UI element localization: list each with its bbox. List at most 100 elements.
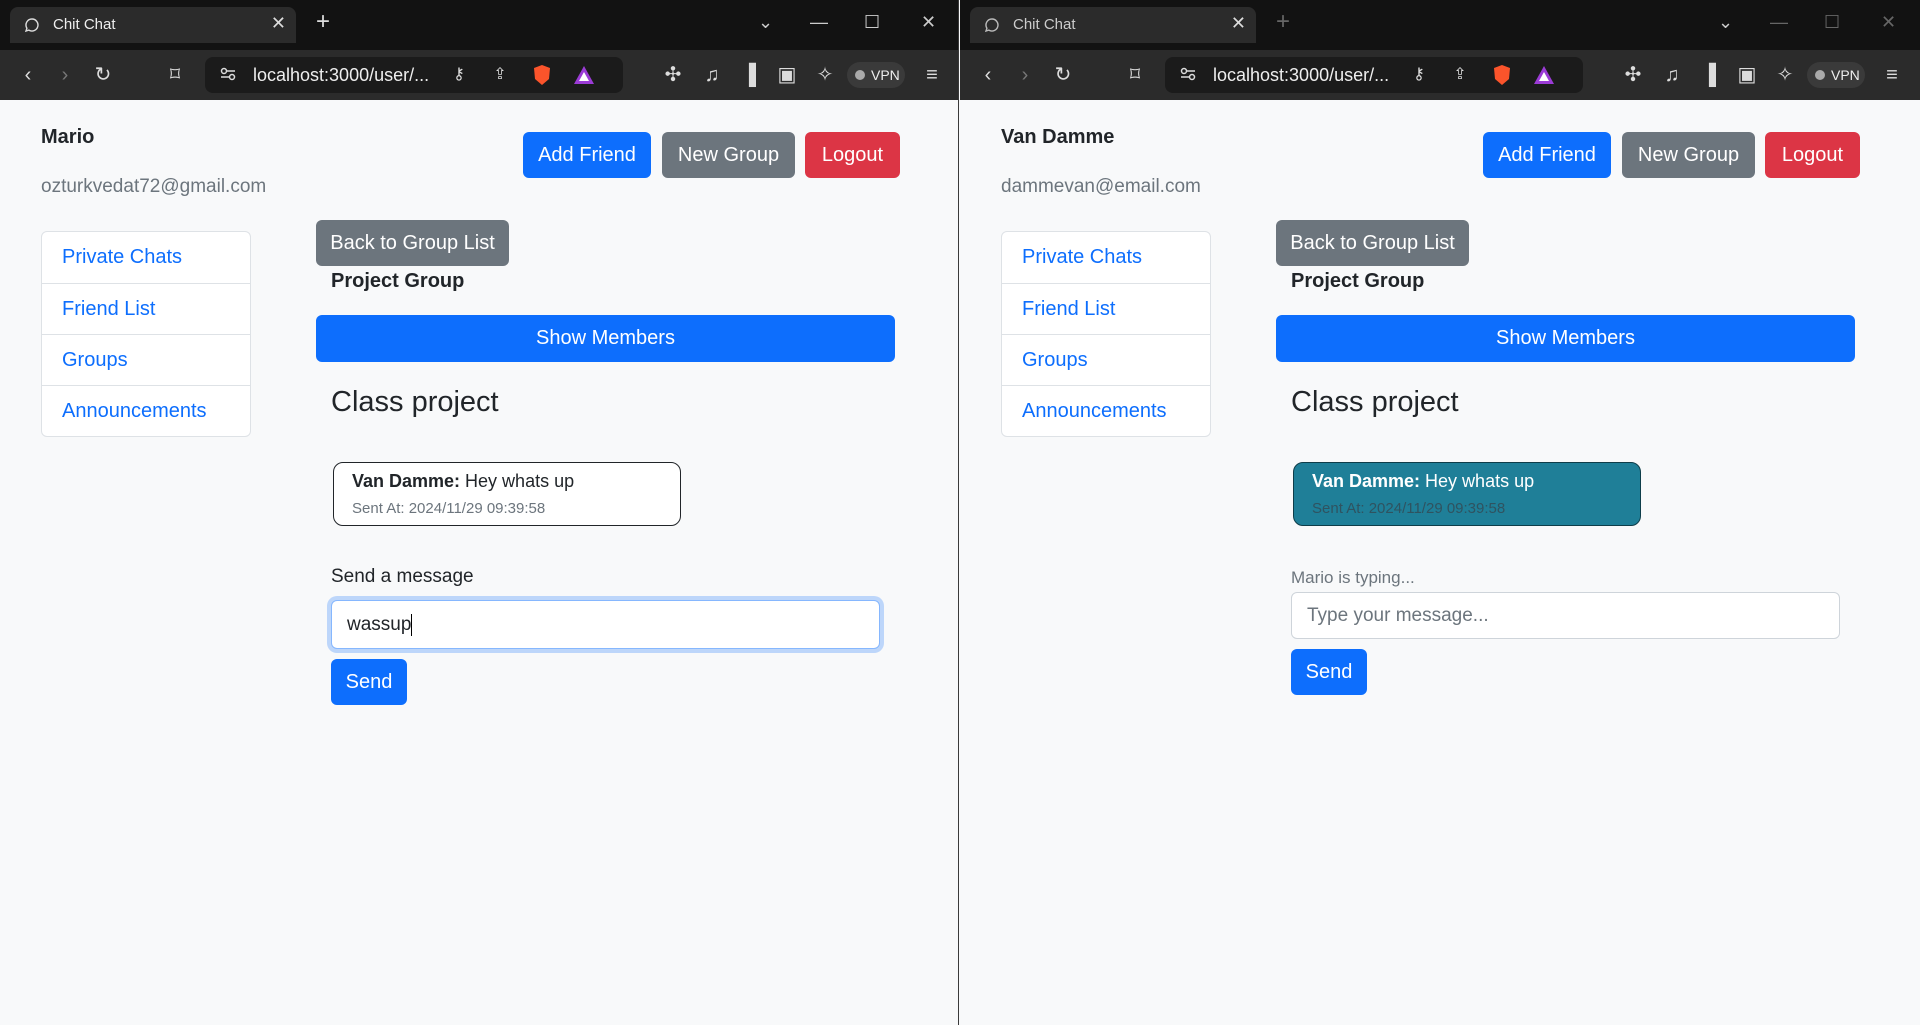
leo-ai-icon[interactable]: ✧ <box>1773 63 1797 87</box>
sidebar-item-friend-list[interactable]: Friend List <box>1002 283 1210 334</box>
user-email: dammevan@email.com <box>1001 176 1201 197</box>
tab-bar: Chit Chat ✕ + ⌄ — ☐ ✕ <box>0 0 958 50</box>
wallet-icon[interactable]: ▣ <box>775 63 799 87</box>
tab-bar: Chit Chat ✕ + ⌄ — ☐ ✕ <box>960 0 1920 50</box>
address-bar[interactable]: localhost:3000/user/... ⚷ ⇪ <box>1165 57 1583 93</box>
vpn-button[interactable]: VPN <box>847 62 905 88</box>
back-icon[interactable]: ‹ <box>976 63 1000 87</box>
sidebar-item-announcements[interactable]: Announcements <box>1002 385 1210 436</box>
browser-window-left: Chit Chat ✕ + ⌄ — ☐ ✕ ‹ › ↻ ⌑ localhost:… <box>0 0 959 1025</box>
sidebar-toggle-icon[interactable]: ▐ <box>1697 63 1721 87</box>
site-info-icon[interactable] <box>219 65 237 83</box>
site-info-icon[interactable] <box>1179 65 1197 83</box>
extensions-icon[interactable]: ✣ <box>1621 63 1645 87</box>
brave-rewards-icon[interactable] <box>1532 63 1556 87</box>
send-button[interactable]: Send <box>331 659 407 705</box>
message-input[interactable]: Type your message... <box>1291 592 1840 639</box>
browser-tab[interactable]: Chit Chat ✕ <box>10 7 296 43</box>
back-icon[interactable]: ‹ <box>16 63 40 87</box>
password-key-icon[interactable]: ⚷ <box>447 63 471 87</box>
tab-list-dropdown-icon[interactable]: ⌄ <box>758 12 773 33</box>
add-friend-button[interactable]: Add Friend <box>523 132 651 178</box>
forward-icon[interactable]: › <box>53 63 77 87</box>
bookmark-icon[interactable]: ⌑ <box>163 63 187 87</box>
show-members-button[interactable]: Show Members <box>1276 315 1855 362</box>
minimize-icon[interactable]: — <box>810 12 828 33</box>
share-icon[interactable]: ⇪ <box>1448 63 1472 87</box>
media-icon[interactable]: ♫ <box>1660 63 1684 87</box>
sidebar-nav: Private Chats Friend List Groups Announc… <box>41 231 251 437</box>
maximize-icon[interactable]: ☐ <box>864 12 880 33</box>
chat-bubble-icon <box>24 18 39 33</box>
maximize-icon[interactable]: ☐ <box>1824 12 1840 33</box>
chat-bubble-icon <box>984 18 999 33</box>
reload-icon[interactable]: ↻ <box>91 63 115 87</box>
browser-tab[interactable]: Chit Chat ✕ <box>970 7 1256 43</box>
tab-title: Chit Chat <box>1013 16 1076 33</box>
chat-title: Class project <box>1291 386 1459 418</box>
text-caret <box>411 613 413 636</box>
url-text: localhost:3000/user/... <box>253 65 430 85</box>
typing-indicator: Mario is typing... <box>1291 568 1415 587</box>
browser-window-right: Chit Chat ✕ + ⌄ — ☐ ✕ ‹ › ↻ ⌑ localhost:… <box>960 0 1920 1025</box>
url-text: localhost:3000/user/... <box>1213 65 1390 85</box>
leo-ai-icon[interactable]: ✧ <box>813 63 837 87</box>
group-name: Project Group <box>331 270 465 292</box>
brave-shield-icon[interactable] <box>530 63 554 87</box>
back-to-group-list-button[interactable]: Back to Group List <box>316 220 509 266</box>
new-tab-button[interactable]: + <box>316 10 330 34</box>
bookmark-icon[interactable]: ⌑ <box>1123 63 1147 87</box>
message-timestamp: Sent At: 2024/11/29 09:39:58 <box>1312 500 1506 517</box>
chat-page: Mario ozturkvedat72@gmail.com Add Friend… <box>0 100 958 1025</box>
user-name: Mario <box>41 126 95 148</box>
message-bubble: Van Damme: Hey whats up Sent At: 2024/11… <box>1293 462 1641 526</box>
message-line: Van Damme: Hey whats up <box>352 471 574 492</box>
brave-shield-icon[interactable] <box>1490 63 1514 87</box>
message-bubble: Van Damme: Hey whats up Sent At: 2024/11… <box>333 462 681 526</box>
sidebar-item-friend-list[interactable]: Friend List <box>42 283 250 334</box>
brave-rewards-icon[interactable] <box>572 63 596 87</box>
message-text: Hey whats up <box>1420 471 1535 491</box>
new-tab-button[interactable]: + <box>1276 10 1290 34</box>
forward-icon[interactable]: › <box>1013 63 1037 87</box>
chat-page: Van Damme dammevan@email.com Add Friend … <box>960 100 1920 1025</box>
message-line: Van Damme: Hey whats up <box>1312 471 1534 492</box>
vpn-button[interactable]: VPN <box>1807 62 1865 88</box>
share-icon[interactable]: ⇪ <box>488 63 512 87</box>
sidebar-item-groups[interactable]: Groups <box>1002 334 1210 385</box>
media-icon[interactable]: ♫ <box>700 63 724 87</box>
sidebar-toggle-icon[interactable]: ▐ <box>737 63 761 87</box>
message-input-value: wassup <box>347 614 412 635</box>
show-members-button[interactable]: Show Members <box>316 315 895 362</box>
window-close-icon[interactable]: ✕ <box>921 12 936 33</box>
sidebar-item-private-chats[interactable]: Private Chats <box>1002 232 1210 283</box>
send-button[interactable]: Send <box>1291 649 1367 695</box>
message-sender: Van Damme: <box>352 471 461 491</box>
logout-button[interactable]: Logout <box>1765 132 1860 178</box>
logout-button[interactable]: Logout <box>805 132 900 178</box>
sidebar-item-private-chats[interactable]: Private Chats <box>42 232 250 283</box>
tab-title: Chit Chat <box>53 16 116 33</box>
menu-icon[interactable]: ≡ <box>1880 63 1904 87</box>
message-timestamp: Sent At: 2024/11/29 09:39:58 <box>352 500 546 517</box>
tab-list-dropdown-icon[interactable]: ⌄ <box>1718 12 1733 33</box>
address-bar[interactable]: localhost:3000/user/... ⚷ ⇪ <box>205 57 623 93</box>
add-friend-button[interactable]: Add Friend <box>1483 132 1611 178</box>
reload-icon[interactable]: ↻ <box>1051 63 1075 87</box>
browser-toolbar: ‹ › ↻ ⌑ localhost:3000/user/... ⚷ ⇪ ✣ ♫ … <box>0 50 958 100</box>
wallet-icon[interactable]: ▣ <box>1735 63 1759 87</box>
sidebar-item-announcements[interactable]: Announcements <box>42 385 250 436</box>
window-close-icon[interactable]: ✕ <box>1881 12 1896 33</box>
menu-icon[interactable]: ≡ <box>920 63 944 87</box>
sidebar-item-groups[interactable]: Groups <box>42 334 250 385</box>
new-group-button[interactable]: New Group <box>1622 132 1755 178</box>
minimize-icon[interactable]: — <box>1770 12 1788 33</box>
tab-close-icon[interactable]: ✕ <box>1231 13 1246 34</box>
message-input[interactable]: wassup <box>331 600 880 649</box>
extensions-icon[interactable]: ✣ <box>661 63 685 87</box>
tab-close-icon[interactable]: ✕ <box>271 13 286 34</box>
back-to-group-list-button[interactable]: Back to Group List <box>1276 220 1469 266</box>
chat-title: Class project <box>331 386 499 418</box>
password-key-icon[interactable]: ⚷ <box>1407 63 1431 87</box>
new-group-button[interactable]: New Group <box>662 132 795 178</box>
